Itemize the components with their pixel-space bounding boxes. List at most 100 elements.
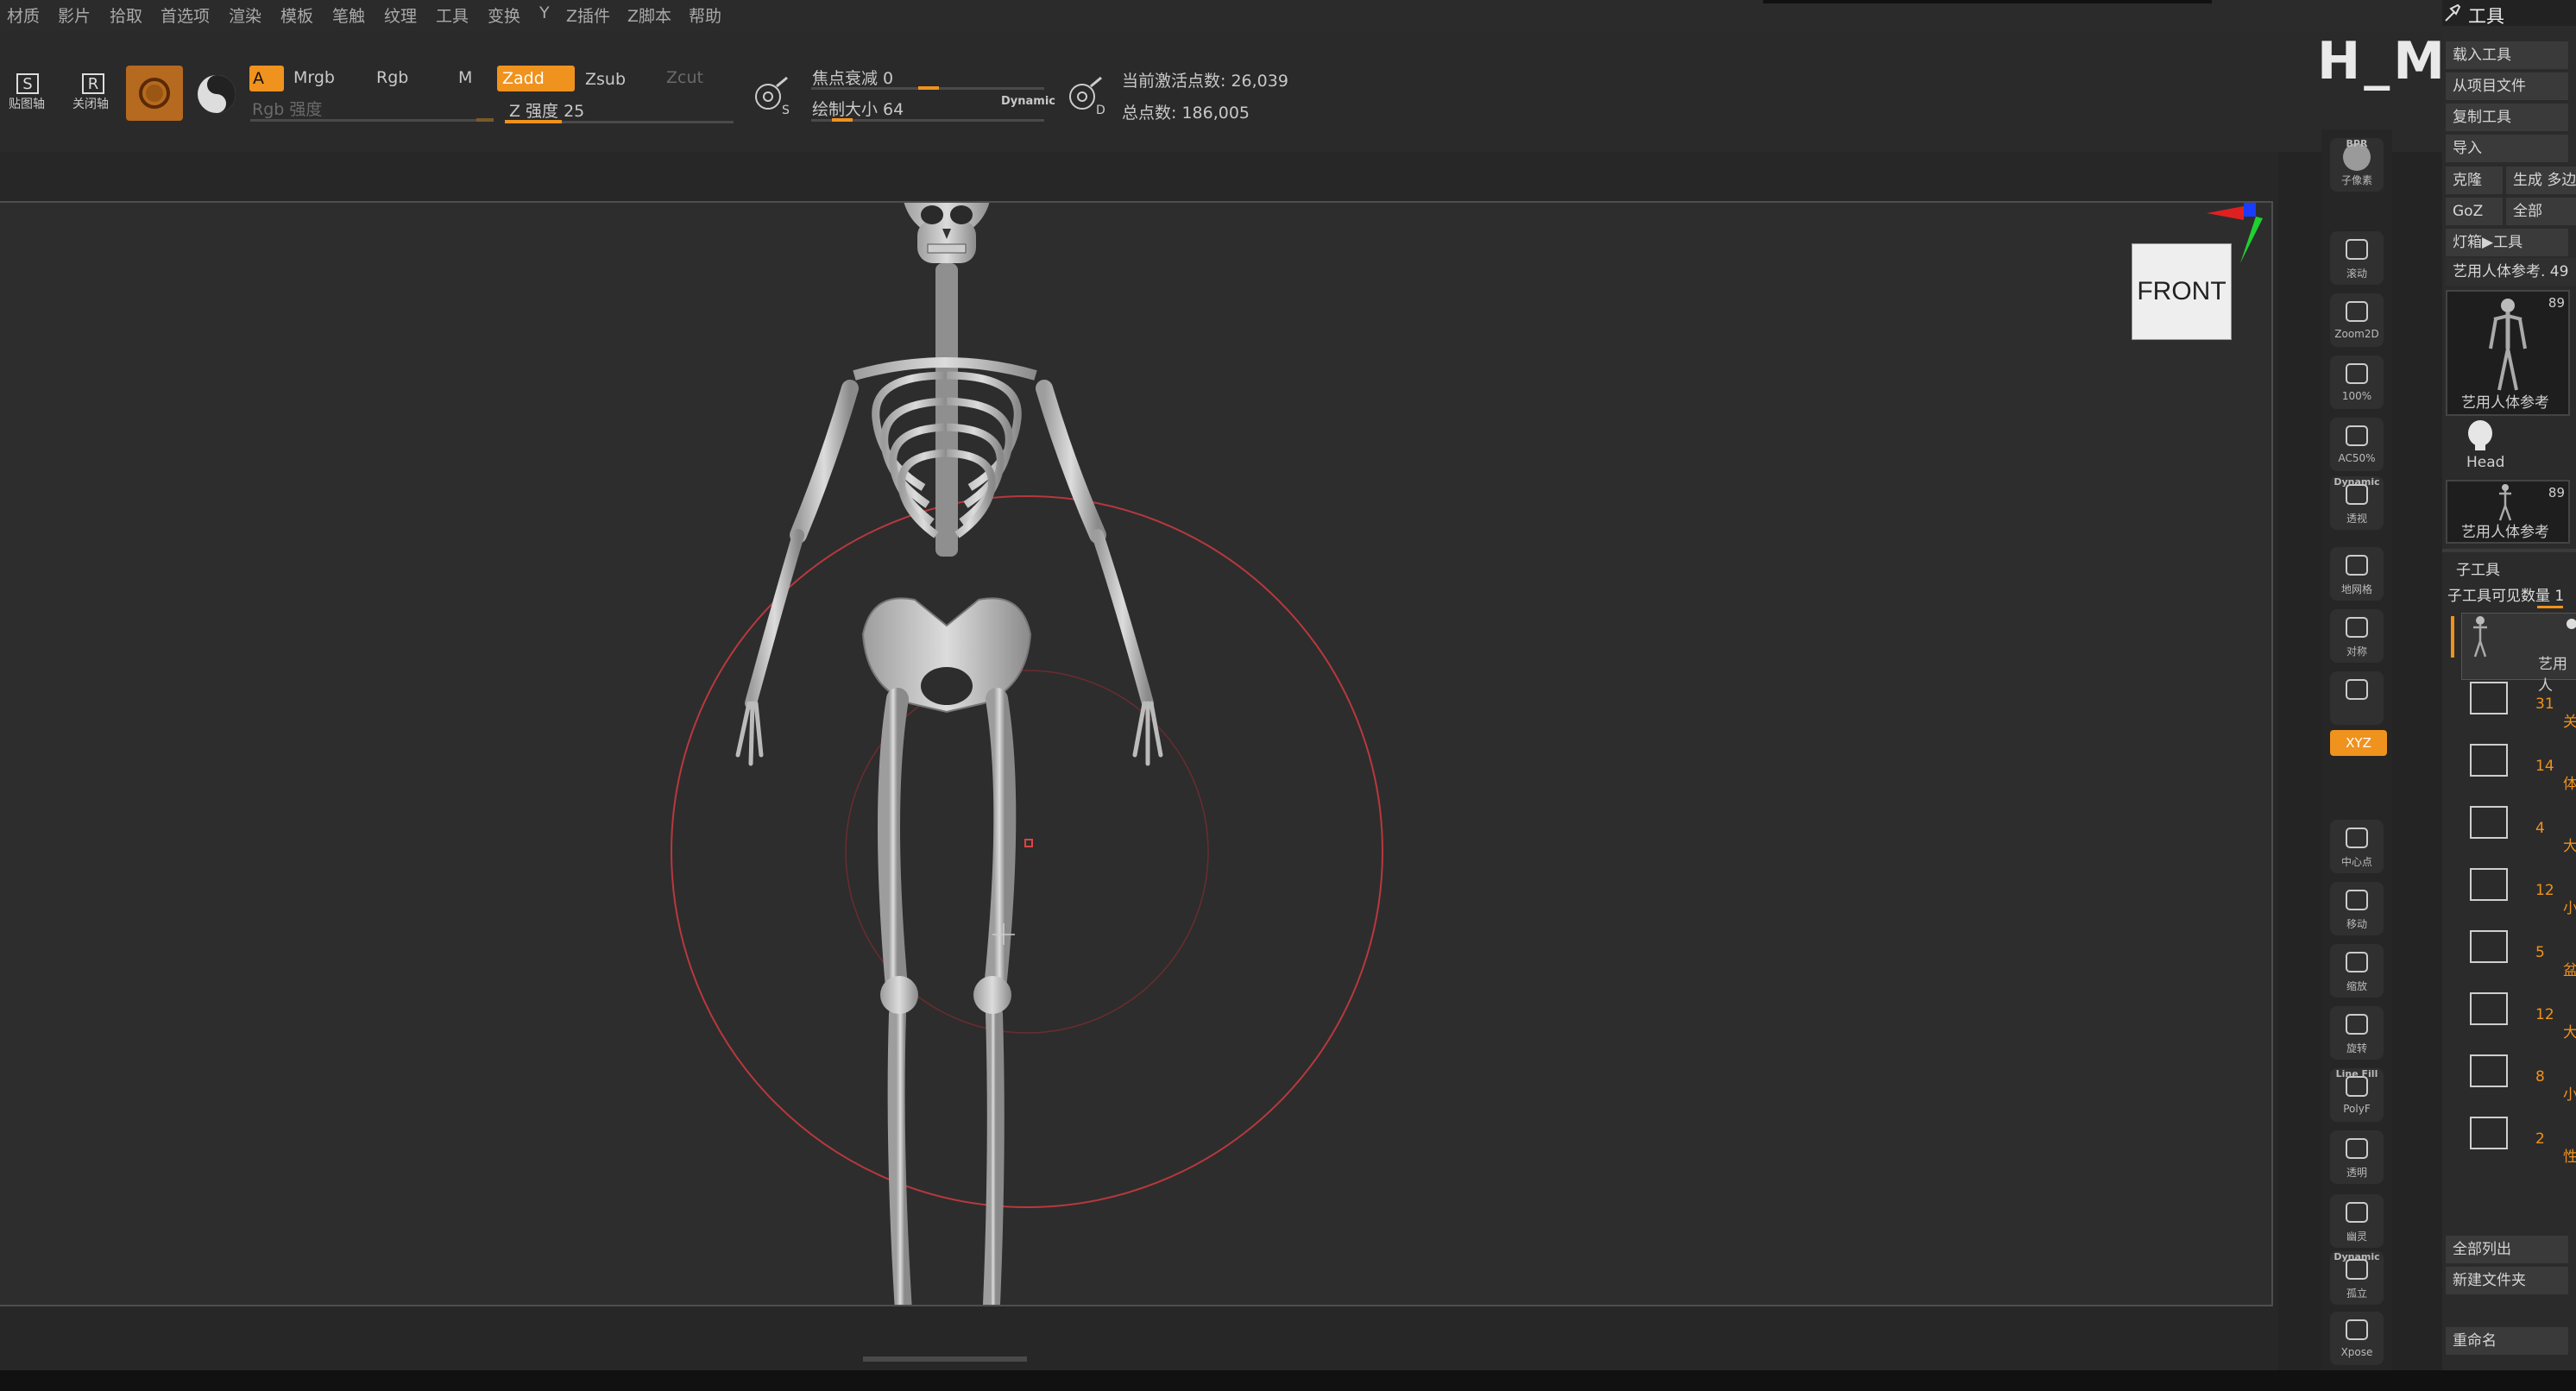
tool-thumbnail-1[interactable]: 89 艺用人体参考 [2446,290,2570,416]
xyz-symmetry-toggle[interactable]: XYZ [2330,730,2387,756]
shelf-button-3[interactable]: 100% [2330,356,2384,409]
thumb2-count: 89 [2548,485,2565,500]
total-points-readout: 总点数: 186,005 [1122,104,1250,123]
dynamic-label[interactable]: Dynamic [1001,95,1055,108]
shelf-caption-7: 对称 [2346,645,2367,658]
menu-movie[interactable]: 影片 [58,3,91,27]
shelf-button-13[interactable]: 旋转 [2330,1006,2384,1060]
rgb-toggle[interactable]: Rgb [376,68,408,87]
m-toggle[interactable]: M [458,68,472,87]
mrgb-toggle[interactable]: Mrgb [293,68,335,87]
shelf-button-6[interactable]: 地网格 [2330,547,2384,601]
subtool-folder-icon[interactable] [2470,682,2508,714]
shelf-button-9[interactable]: XYZ [2330,727,2387,780]
lazy-mouse-button[interactable]: S [749,74,792,117]
subtool-visible-slider[interactable] [2537,606,2563,608]
texture-axis-button[interactable]: S 贴图轴 [5,67,54,116]
rgb-intensity-slider[interactable] [250,119,494,122]
subtool-folder-icon[interactable] [2470,868,2508,901]
target-s-icon: S [755,76,790,117]
skeleton-model [671,203,2263,1305]
menu-stroke[interactable]: 笔触 [332,3,365,27]
menu-zscript[interactable]: Z脚本 [627,3,671,27]
subtool-folder-label: 小 [2563,900,2576,917]
alpha-toggle[interactable]: A [249,66,284,91]
list-all-button[interactable]: 全部列出 [2446,1236,2568,1263]
lightbox-tool-button[interactable]: 灯箱▶工具 [2446,229,2568,256]
shelf-button-2[interactable]: Zoom2D [2330,293,2384,347]
shelf-button-7[interactable]: 对称 [2330,609,2384,663]
menu-texture[interactable]: 纹理 [384,3,417,27]
svg-text:R: R [88,75,99,93]
menu-preferences[interactable]: 首选项 [161,3,210,27]
shelf-button-5[interactable]: Dynamic 透视 [2330,476,2384,530]
menu-help[interactable]: 帮助 [689,3,721,27]
from-project-button[interactable]: 从项目文件 [2446,72,2568,100]
shelf-button-10[interactable]: 中心点 [2330,820,2384,873]
shelf-button-0[interactable]: BPR 子像素 [2330,138,2384,192]
menu-picker[interactable]: 拾取 [110,3,142,27]
subtool-folder-icon[interactable] [2470,930,2508,963]
zadd-toggle[interactable]: Zadd [497,66,575,91]
zsub-toggle[interactable]: Zsub [585,70,626,89]
menu-render[interactable]: 渲染 [229,3,261,27]
subtool-folder-icon[interactable] [2470,992,2508,1025]
document-area[interactable]: FRONT [0,201,2273,1306]
head-tool-thumbnail[interactable]: Head [2446,416,2515,476]
subtool-active-label: 艺用人 [2538,656,2567,695]
shelf-button-1[interactable]: 滚动 [2330,231,2384,285]
shelf-button-12[interactable]: 缩放 [2330,944,2384,998]
make-polymesh-button[interactable]: 生成 多边 [2506,167,2576,194]
menu-material[interactable]: 材质 [7,3,40,27]
shelf-button-16[interactable]: 幽灵 [2330,1194,2384,1248]
front-view-cube[interactable]: FRONT [2132,243,2232,340]
subtool-header[interactable]: 子工具 [2456,557,2500,579]
shelf-button-17[interactable]: Dynamic 孤立 [2330,1251,2384,1305]
skeleton-small-icon [2498,484,2512,521]
viewport-scroll-handle[interactable] [863,1356,1027,1362]
brush-selector[interactable] [126,66,183,121]
subtool-folder-icon[interactable] [2470,1117,2508,1149]
svg-text:S: S [782,104,790,117]
menu-tool[interactable]: 工具 [436,3,469,27]
shelf-button-4[interactable]: AC50% [2330,418,2384,471]
subtool-visible-count[interactable]: 子工具可见数量 1 [2447,583,2564,605]
menu-y[interactable]: Y [539,3,550,22]
subtool-folder-icon[interactable] [2470,806,2508,839]
rename-button[interactable]: 重命名 [2446,1327,2568,1355]
subtool-folder-count: 4 [2535,820,2545,837]
load-tool-button[interactable]: 载入工具 [2446,41,2568,69]
new-folder-button[interactable]: 新建文件夹 [2446,1267,2568,1294]
material-selector[interactable] [193,71,240,117]
shelf-button-15[interactable]: 透明 [2330,1130,2384,1184]
shelf-caption-0: 子像素 [2340,174,2372,186]
zcut-toggle[interactable]: Zcut [666,68,703,87]
import-button[interactable]: 导入 [2446,135,2568,162]
subtool-active-item[interactable]: 艺用人 [2461,613,2576,695]
tool-panel: 工具 载入工具 从项目文件 复制工具 导入 克隆 生成 多边 GoZ 全部 灯箱… [2442,0,2576,1372]
tool-thumbnail-2[interactable]: 89 艺用人体参考 [2446,480,2570,544]
shelf-button-11[interactable]: 移动 [2330,882,2384,935]
goz-button[interactable]: GoZ [2446,198,2503,225]
menu-stencil[interactable]: 模板 [280,3,313,27]
shelf-caption-2: Zoom2D [2334,328,2379,340]
copy-tool-button[interactable]: 复制工具 [2446,104,2568,131]
tool-panel-title: 工具 [2468,6,2504,27]
subtool-folder-icon[interactable] [2470,744,2508,777]
clone-button[interactable]: 克隆 [2446,167,2503,194]
shelf-icon-13 [2346,1014,2368,1035]
goz-all-button[interactable]: 全部 [2506,198,2576,225]
shelf-button-14[interactable]: Line Fill PolyF [2330,1068,2384,1122]
shelf-top-label-17: Dynamic [2334,1251,2380,1262]
close-axis-button[interactable]: R 关闭轴 [69,67,117,116]
menu-zplugin[interactable]: Z插件 [566,3,610,27]
menu-transform[interactable]: 变换 [488,3,520,27]
subtool-folder-label: 大 [2563,838,2576,855]
focal-shift-label: 焦点衰减 0 [812,69,894,88]
top-toolbar: S 贴图轴 R 关闭轴 A Mrgb Rgb M Rgb 强度 Zadd Zsu… [0,31,2576,152]
shelf-button-18[interactable]: Xpose [2330,1312,2384,1365]
visibility-toggle-icon[interactable] [2559,617,2576,631]
shelf-button-8[interactable] [2330,671,2384,725]
subtool-folder-icon[interactable] [2470,1054,2508,1087]
dynamic-size-button[interactable]: D [1063,74,1106,117]
